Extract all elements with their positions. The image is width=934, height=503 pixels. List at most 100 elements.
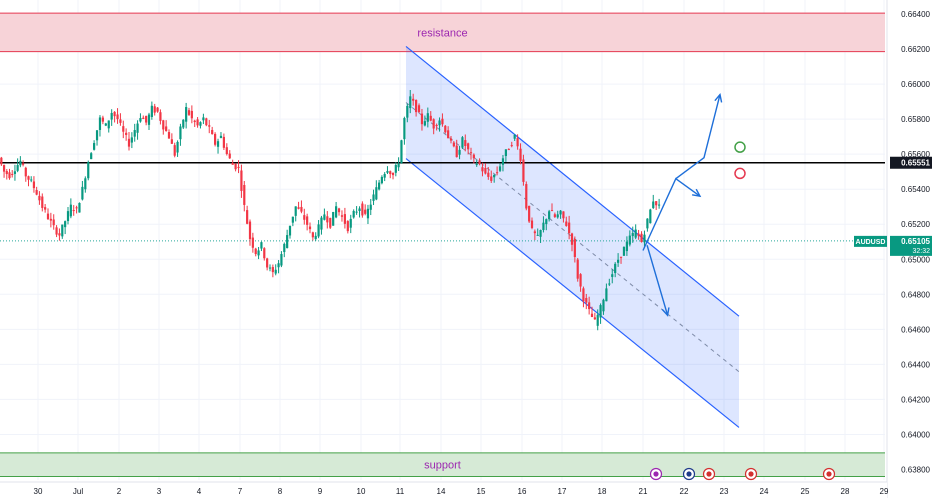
candle-body [337, 208, 341, 213]
time-tick-label: 28 [841, 487, 850, 496]
candle-body [205, 118, 208, 126]
candle-body [548, 211, 551, 220]
candle-body [364, 209, 367, 214]
current-price-label: 0.65105 [901, 237, 930, 246]
candle-body [24, 167, 27, 177]
candle-body [179, 126, 182, 140]
candle-body [119, 119, 122, 123]
zone-support-label: support [424, 460, 461, 472]
candle-body [21, 163, 25, 165]
candle-body [599, 305, 602, 318]
candle-body [343, 214, 346, 224]
candle-body [570, 233, 574, 245]
candle-body [438, 120, 441, 126]
candle-body [326, 216, 329, 223]
candle-body [519, 148, 522, 161]
candle-body [125, 132, 128, 135]
candle-body [49, 218, 52, 221]
candle-body [268, 267, 272, 269]
candle-body [550, 210, 554, 212]
candle-body [257, 250, 260, 256]
candle-body [58, 233, 61, 236]
candle-body [504, 149, 507, 157]
candle-body [528, 205, 531, 222]
candle-body [263, 248, 266, 259]
candle-body [469, 152, 473, 154]
candle-body [308, 226, 312, 230]
candle-body [208, 125, 211, 127]
candle-body [81, 186, 84, 200]
candle-body [11, 173, 14, 175]
candle-body [513, 134, 516, 139]
candle-body [391, 172, 395, 176]
candle-body [113, 111, 116, 117]
candle-body [329, 217, 332, 228]
candle-body [101, 117, 104, 122]
candle-body [646, 218, 649, 229]
candle-body [61, 224, 64, 237]
candle-body [539, 230, 542, 237]
candle-body [202, 117, 205, 121]
candle-body [614, 263, 617, 274]
candle-body [444, 125, 447, 133]
candle-body [655, 201, 658, 206]
candle-body [153, 106, 156, 113]
candle-body [340, 215, 344, 217]
candle-body [266, 258, 269, 268]
candle-body [228, 153, 231, 159]
candle-body [271, 267, 274, 273]
candle-body [467, 143, 470, 150]
economic-event-icon-dot [748, 471, 754, 477]
candle-body [64, 221, 67, 228]
candle-body [400, 140, 403, 163]
candle-body [84, 178, 87, 190]
candle-body [530, 220, 534, 229]
audusd-chart[interactable]: resistance support 0.66400 0.66200 0.66000 0.… [0, 0, 934, 498]
candle-body [173, 145, 176, 156]
economic-event-icon-dot [686, 471, 692, 477]
candle-body [274, 269, 277, 274]
candle-body [311, 232, 314, 238]
candle-body [69, 204, 72, 217]
candle-body [32, 181, 36, 189]
candle-body [498, 166, 502, 171]
candle-body [93, 143, 96, 150]
candle-body [5, 171, 8, 175]
candle-body [294, 206, 297, 216]
time-tick-label: 23 [720, 487, 729, 496]
symbol-label: AUDUSD [856, 239, 886, 246]
candle-body [510, 145, 513, 147]
candle-body [306, 216, 309, 225]
candle-body [461, 137, 464, 148]
candle-body [283, 243, 286, 253]
candle-body [352, 210, 355, 218]
candle-body [516, 138, 519, 147]
price-tick-label: 0.65000 [901, 255, 930, 264]
candle-body [320, 217, 323, 230]
candle-body [409, 96, 412, 109]
candle-body [383, 174, 386, 178]
candle-body [280, 254, 283, 266]
candle-body [8, 172, 11, 179]
chart-canvas[interactable]: resistance support 0.66400 0.66200 0.66000 0.… [0, 0, 934, 498]
candle-body [214, 133, 217, 145]
time-tick-label: 14 [437, 487, 446, 496]
price-tick-label: 0.66200 [901, 45, 930, 54]
candle-body [122, 126, 125, 132]
time-tick-label: 9 [318, 487, 323, 496]
candle-body [484, 168, 487, 174]
candle-body [649, 209, 652, 224]
candle-body [196, 119, 199, 126]
candle-body [475, 164, 478, 166]
candle-body [303, 215, 306, 220]
candle-body [593, 317, 596, 320]
candle-body [2, 165, 6, 172]
time-tick-label: 11 [396, 487, 405, 496]
time-tick-label: 3 [157, 487, 162, 496]
candle-body [78, 202, 81, 213]
candle-body [251, 237, 254, 248]
candle-body [216, 141, 220, 147]
candle-body [472, 154, 475, 159]
candle-body [150, 105, 153, 117]
candle-body [19, 160, 22, 166]
